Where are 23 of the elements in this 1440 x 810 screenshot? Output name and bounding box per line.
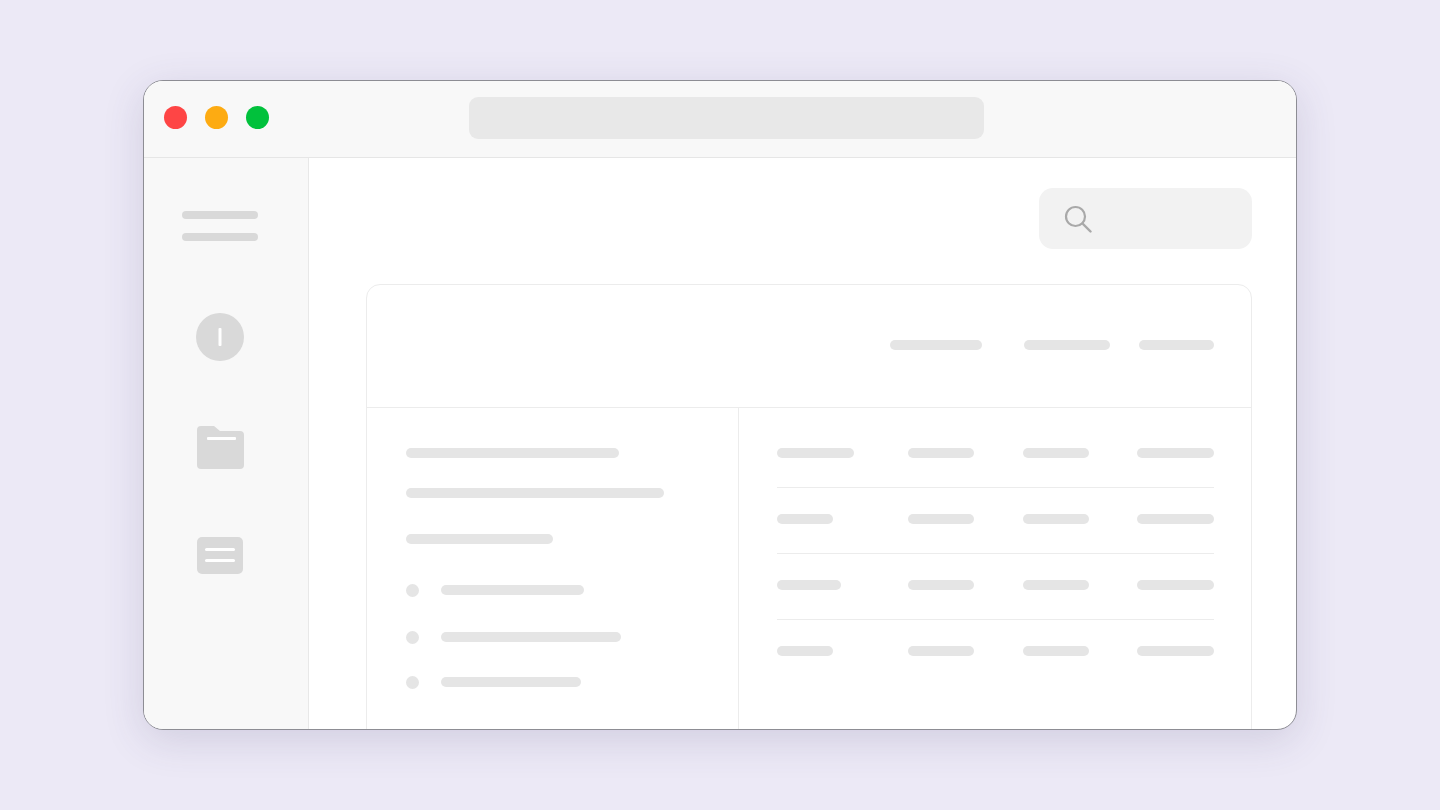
- search-icon: [1064, 204, 1092, 233]
- skeleton-line: [1023, 646, 1089, 656]
- info-icon[interactable]: [196, 313, 244, 361]
- zoom-button[interactable]: [246, 106, 269, 129]
- bullet-icon: [406, 675, 419, 689]
- skeleton-line: [1023, 580, 1089, 590]
- skeleton-line: [1023, 448, 1089, 458]
- search-field[interactable]: [1039, 188, 1252, 249]
- skeleton-line: [908, 448, 974, 458]
- bullet-icon: [406, 630, 419, 644]
- menu-icon[interactable]: [182, 211, 258, 241]
- skeleton-line: [777, 580, 841, 590]
- list-icon[interactable]: [197, 537, 243, 574]
- minimize-button[interactable]: [205, 106, 228, 129]
- folder-icon[interactable]: [196, 426, 244, 469]
- skeleton-line: [908, 514, 974, 524]
- skeleton-line: [908, 580, 974, 590]
- skeleton-line: [777, 514, 833, 524]
- close-button[interactable]: [164, 106, 187, 129]
- bullet-icon: [406, 583, 419, 597]
- skeleton-line: [1023, 514, 1089, 524]
- skeleton-line: [777, 646, 833, 656]
- skeleton-line: [908, 646, 974, 656]
